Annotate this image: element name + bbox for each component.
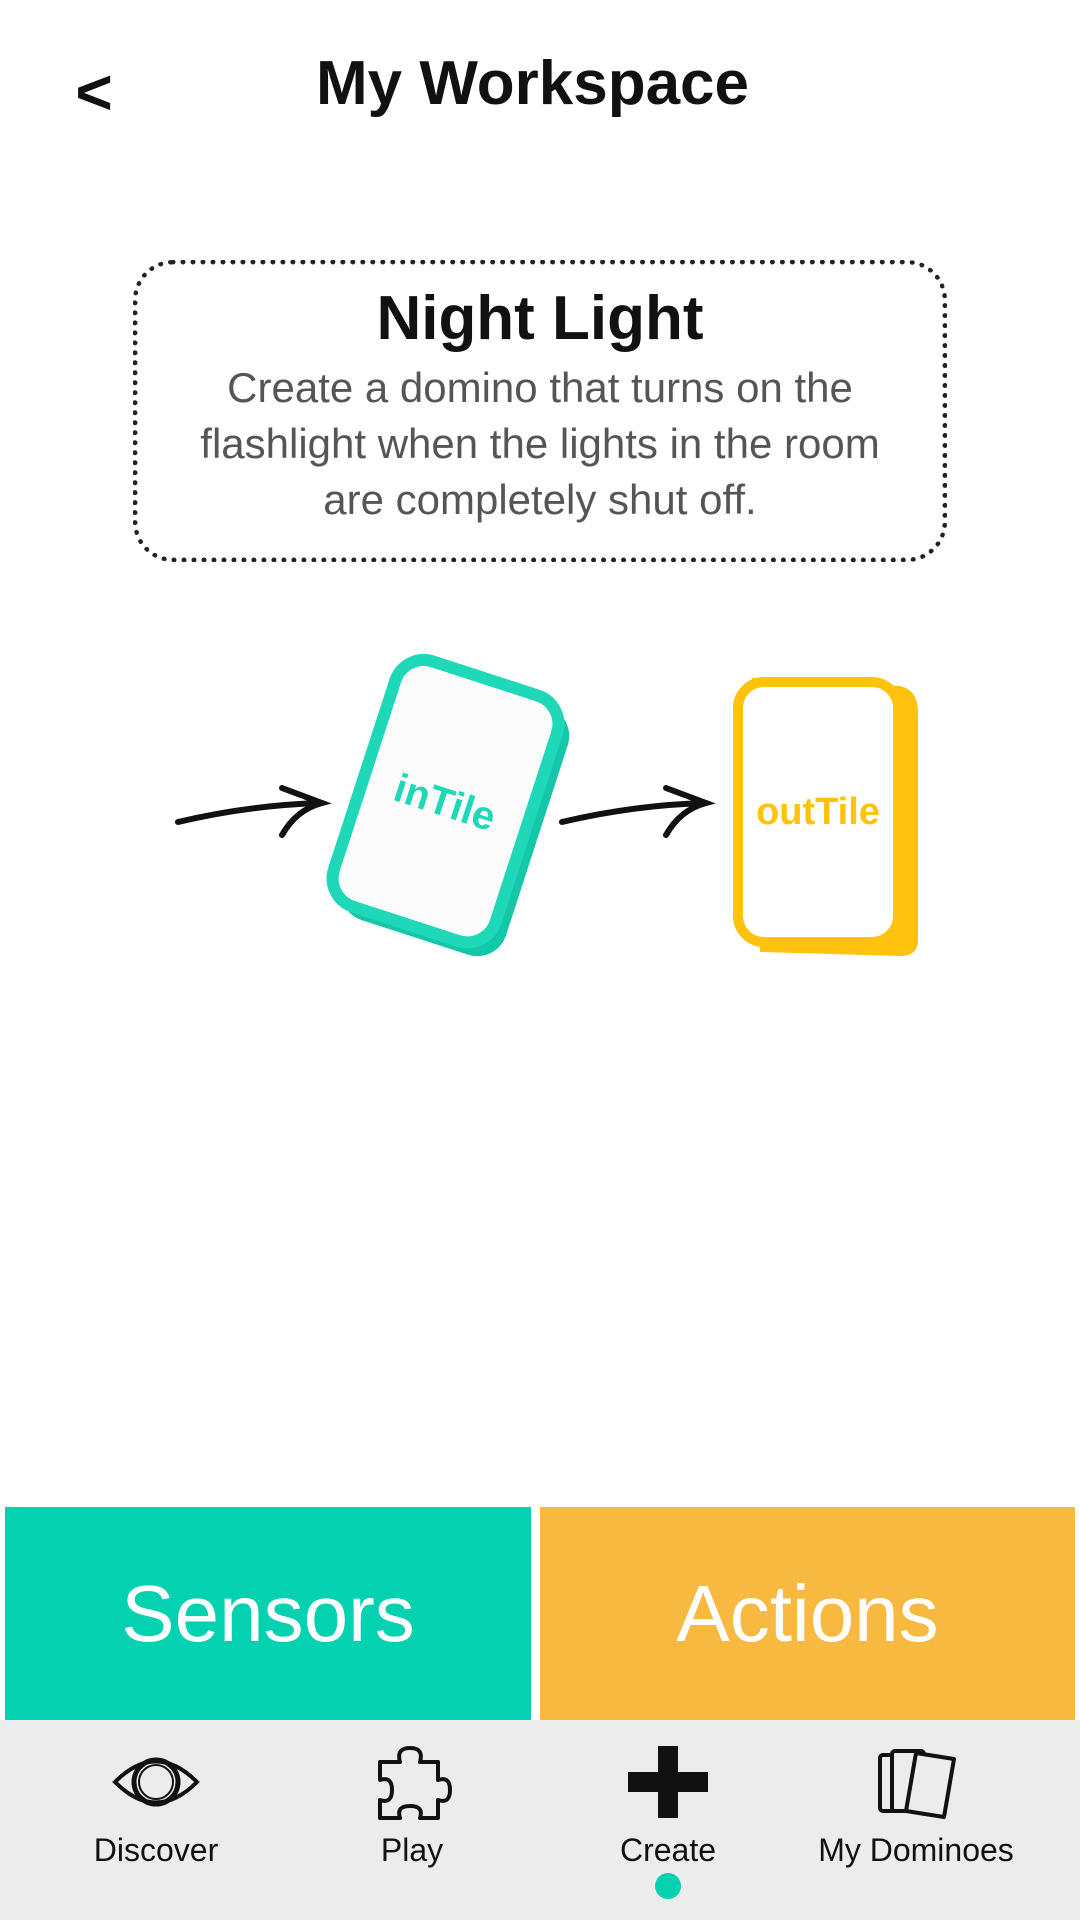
nav-label-create: Create xyxy=(619,1832,717,1868)
puzzle-icon xyxy=(362,1742,462,1822)
input-arrow-icon xyxy=(175,785,332,838)
output-arrow-icon xyxy=(559,785,716,838)
page-title: My Workspace xyxy=(315,49,750,118)
out-tile[interactable]: outTile xyxy=(733,677,918,956)
task-description: Create a domino that turns on the flashl… xyxy=(200,364,880,523)
in-tile[interactable]: inTile xyxy=(322,652,580,964)
domino-flow-diagram: inTile outTile xyxy=(175,652,918,964)
plus-icon xyxy=(618,1742,718,1822)
nav-label-my-dominoes: My Dominoes xyxy=(818,1832,1014,1868)
task-card: Night Light Create a domino that turns o… xyxy=(133,260,947,562)
active-tab-indicator xyxy=(655,1873,681,1899)
nav-item-play[interactable]: Play xyxy=(312,1720,512,1920)
sensors-button[interactable]: Sensors xyxy=(5,1507,531,1720)
task-title: Night Light xyxy=(376,284,704,353)
nav-label-play: Play xyxy=(380,1832,444,1868)
eye-icon xyxy=(106,1742,206,1822)
nav-item-discover[interactable]: Discover xyxy=(56,1720,256,1920)
nav-item-my-dominoes[interactable]: My Dominoes xyxy=(796,1720,1036,1920)
actions-button[interactable]: Actions xyxy=(540,1507,1075,1720)
out-tile-label: outTile xyxy=(756,791,880,833)
workspace-screen: < My Workspace Night Light Create a domi… xyxy=(0,0,1080,1920)
cards-icon xyxy=(866,1742,966,1822)
bottom-nav: Discover Play Create My Dominoes xyxy=(0,1720,1080,1920)
nav-label-discover: Discover xyxy=(93,1832,219,1868)
